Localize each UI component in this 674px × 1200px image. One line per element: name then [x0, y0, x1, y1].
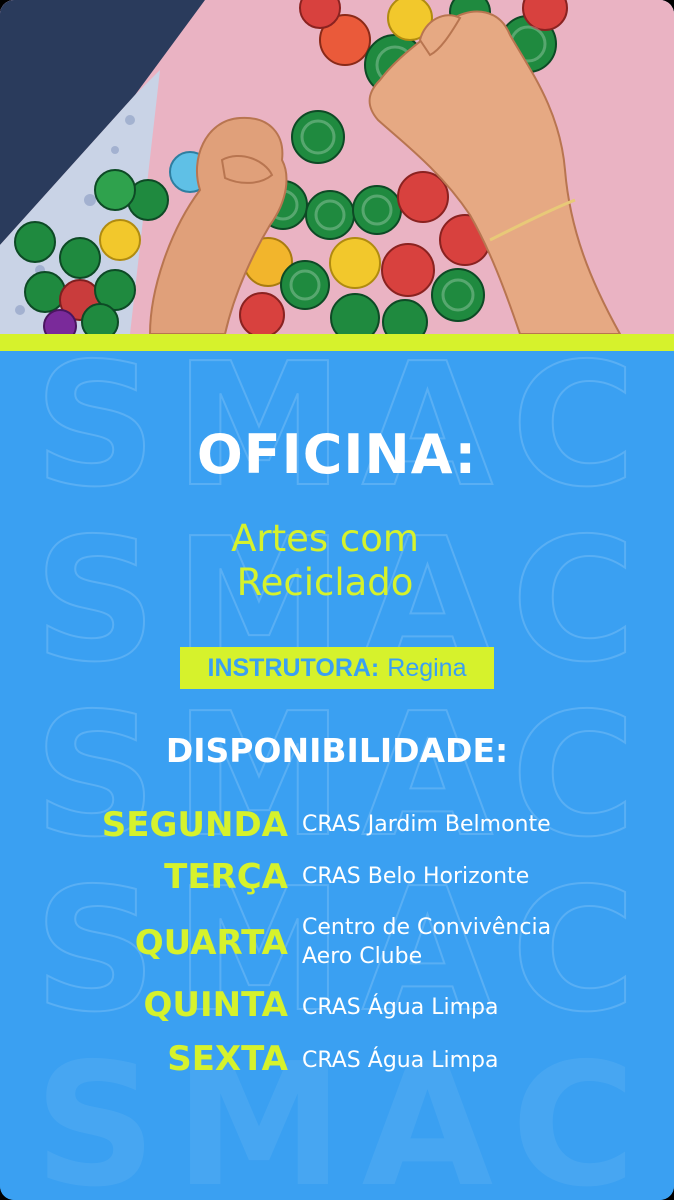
schedule-day-monday: SEGUNDA — [101, 805, 288, 845]
schedule-place-tuesday: CRAS Belo Horizonte — [302, 864, 530, 889]
schedule-day-friday: SEXTA — [167, 1039, 288, 1079]
schedule-place-wednesday-line1: Centro de Convivência — [302, 915, 552, 940]
schedule-place-thursday: CRAS Água Limpa — [302, 995, 499, 1020]
schedule-place-wednesday: Centro de Convivência Aero Clube — [302, 913, 551, 971]
schedule-day-wednesday: QUARTA — [134, 923, 288, 963]
schedule-day-thursday: QUINTA — [143, 985, 288, 1025]
schedule-place-monday: CRAS Jardim Belmonte — [302, 812, 551, 837]
schedule-day-tuesday: TERÇA — [164, 857, 288, 897]
instructor-badge: INSTRUTORA: Regina — [180, 647, 494, 689]
header-photo — [0, 0, 674, 334]
story-frame: SMAC SMAC SMAC SMAC SMAC OFICINA: Artes … — [0, 0, 674, 1200]
poster-panel: SMAC SMAC SMAC SMAC SMAC OFICINA: Artes … — [0, 351, 674, 1200]
workshop-name-line1: Artes com — [231, 517, 419, 560]
schedule-place-friday: CRAS Água Limpa — [302, 1048, 499, 1073]
poster-title: OFICINA: — [196, 423, 478, 486]
lime-divider-bar — [0, 334, 674, 351]
workshop-name: Artes com Reciclado — [0, 517, 650, 605]
workshop-name-line2: Reciclado — [236, 561, 414, 604]
schedule-place-wednesday-line2: Aero Clube — [302, 944, 423, 969]
availability-heading: DISPONIBILIDADE: — [165, 731, 509, 770]
instructor-name: Regina — [387, 653, 467, 682]
instructor-label: INSTRUTORA: — [207, 653, 380, 682]
bottle-caps-photo — [0, 0, 674, 334]
